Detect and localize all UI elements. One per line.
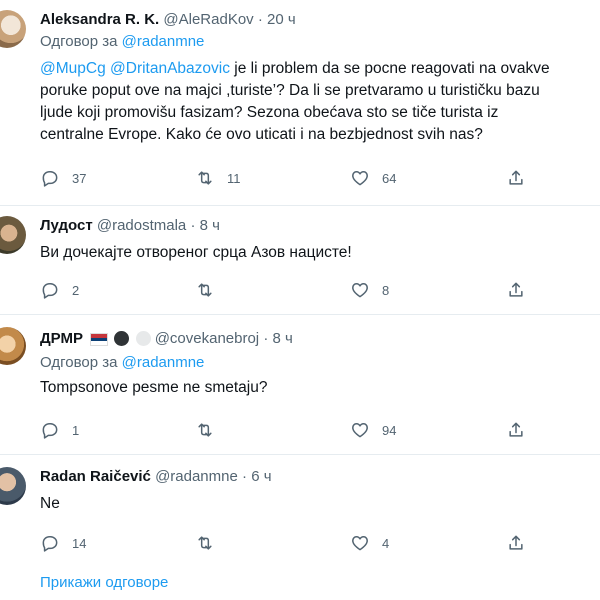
avatar[interactable] xyxy=(0,216,26,254)
separator-dot: · xyxy=(190,217,196,234)
tweet[interactable]: Aleksandra R. K. @AleRadKov · 20 ч Одгов… xyxy=(0,0,600,205)
like-count: 4 xyxy=(382,535,390,551)
reply-count: 2 xyxy=(72,282,80,298)
tweet[interactable]: ДРМР @covekanebroj · 8 ч Одговор за @rad… xyxy=(0,315,600,454)
timestamp[interactable]: 8 ч xyxy=(272,330,292,347)
reply-icon xyxy=(42,171,58,187)
reply-prefix: Одговор за xyxy=(40,33,118,50)
tweet-text: Ви дочекајте отвореног срца Азов нацисте… xyxy=(40,244,352,261)
tweet-text: Ne xyxy=(40,495,60,512)
heart-icon xyxy=(352,536,368,551)
tweet-actions: 1 94 xyxy=(40,418,560,442)
tweet-text: @MupCg @DritanAbazovic je li problem da … xyxy=(40,58,594,146)
tweet-actions: 2 8 xyxy=(40,278,560,302)
share-button[interactable] xyxy=(506,166,526,190)
reply-icon xyxy=(42,423,58,439)
author-name[interactable]: Radan Raičević xyxy=(40,468,151,485)
like-button[interactable]: 8 xyxy=(350,278,389,302)
like-button[interactable]: 94 xyxy=(350,418,396,442)
reply-thread: Aleksandra R. K. @AleRadKov · 20 ч Одгов… xyxy=(0,0,600,600)
share-button[interactable] xyxy=(506,418,526,442)
mention-link[interactable]: @MupCg xyxy=(40,60,106,77)
share-icon xyxy=(509,282,523,297)
like-count: 8 xyxy=(382,282,390,298)
retweet-button[interactable]: 11 xyxy=(195,166,241,190)
like-count: 94 xyxy=(382,422,397,438)
share-icon xyxy=(509,170,523,185)
tweet-header: Лудост @radostmala · 8 ч xyxy=(40,216,594,236)
retweet-button[interactable] xyxy=(195,278,227,302)
heart-icon xyxy=(352,423,368,438)
text-line: je li problem da se pocne reagovati na o… xyxy=(230,60,550,77)
reply-count: 1 xyxy=(72,422,80,438)
reply-button[interactable]: 37 xyxy=(40,166,86,190)
text-line: poruke poput ove na majci ,turiste’? Da … xyxy=(40,82,540,99)
like-count: 64 xyxy=(382,170,397,186)
tweet[interactable]: Radan Raičević @radanmne · 6 ч Ne 14 4 xyxy=(0,455,600,555)
reply-button[interactable]: 1 xyxy=(40,418,79,442)
share-icon xyxy=(509,535,523,550)
retweet-count: 11 xyxy=(227,170,241,186)
black-circle-icon xyxy=(114,331,130,346)
reply-handle-link[interactable]: @radanmne xyxy=(122,33,205,50)
author-name[interactable]: Aleksandra R. K. xyxy=(40,11,159,28)
reply-context: Одговор за @radanmne xyxy=(40,32,594,52)
avatar[interactable] xyxy=(0,10,26,48)
retweet-button[interactable] xyxy=(195,418,227,442)
author-handle[interactable]: @radostmala xyxy=(97,217,186,234)
separator-dot: · xyxy=(263,330,269,347)
retweet-icon xyxy=(198,423,212,437)
heart-icon xyxy=(352,283,368,298)
white-circle-icon xyxy=(135,331,151,346)
share-button[interactable] xyxy=(506,278,526,302)
retweet-icon xyxy=(198,171,212,185)
tweet[interactable]: Лудост @radostmala · 8 ч Ви дочекајте от… xyxy=(0,206,600,314)
reply-count: 14 xyxy=(72,535,87,551)
share-button[interactable] xyxy=(506,531,526,555)
author-name[interactable]: Лудост xyxy=(40,217,93,234)
tweet-actions: 37 11 64 xyxy=(40,166,560,190)
author-handle[interactable]: @AleRadKov xyxy=(163,11,253,28)
timestamp[interactable]: 6 ч xyxy=(251,468,271,485)
avatar[interactable] xyxy=(0,467,26,505)
tweet-header: Aleksandra R. K. @AleRadKov · 20 ч xyxy=(40,10,594,30)
heart-icon xyxy=(352,171,368,186)
serbian-flag-icon xyxy=(90,331,109,351)
author-handle[interactable]: @covekanebroj xyxy=(155,330,259,347)
reply-handle-link[interactable]: @radanmne xyxy=(122,354,205,371)
text-line: ljude koji promovišu fasizam? Sezona obe… xyxy=(40,104,499,121)
reply-prefix: Одговор за xyxy=(40,354,118,371)
reply-icon xyxy=(42,536,58,552)
author-name[interactable]: ДРМР xyxy=(40,330,83,347)
mention-link[interactable]: @DritanAbazovic xyxy=(110,60,230,77)
timestamp[interactable]: 20 ч xyxy=(267,11,296,28)
timestamp[interactable]: 8 ч xyxy=(200,217,220,234)
separator-dot: · xyxy=(257,11,263,28)
retweet-icon xyxy=(198,536,212,550)
retweet-icon xyxy=(198,283,212,297)
avatar[interactable] xyxy=(0,327,26,365)
reply-button[interactable]: 2 xyxy=(40,278,79,302)
tweet-text: Tompsonove pesme ne smetaju? xyxy=(40,379,268,396)
reply-context: Одговор за @radanmne xyxy=(40,353,594,373)
retweet-button[interactable] xyxy=(195,531,227,555)
reply-count: 37 xyxy=(72,170,87,186)
tweet-header: Radan Raičević @radanmne · 6 ч xyxy=(40,467,594,487)
like-button[interactable]: 4 xyxy=(350,531,389,555)
tweet-header: ДРМР @covekanebroj · 8 ч xyxy=(40,329,594,351)
text-line: centralne Evrope. Kako će ovo uticati i … xyxy=(40,126,483,143)
like-button[interactable]: 64 xyxy=(350,166,396,190)
reply-icon xyxy=(42,283,58,299)
reply-button[interactable]: 14 xyxy=(40,531,86,555)
tweet-actions: 14 4 xyxy=(40,531,560,555)
show-replies-link[interactable]: Прикажи одговоре xyxy=(40,574,168,591)
separator-dot: · xyxy=(242,468,248,485)
share-icon xyxy=(509,422,523,437)
author-handle[interactable]: @radanmne xyxy=(155,468,238,485)
